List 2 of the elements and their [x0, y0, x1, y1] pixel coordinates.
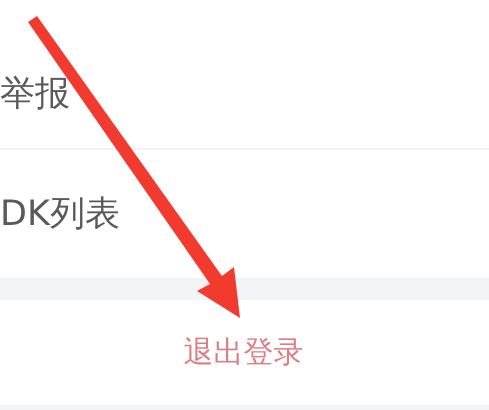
settings-item-label[interactable]: DK列表	[0, 188, 120, 240]
settings-item-label[interactable]: 举报	[0, 68, 70, 120]
